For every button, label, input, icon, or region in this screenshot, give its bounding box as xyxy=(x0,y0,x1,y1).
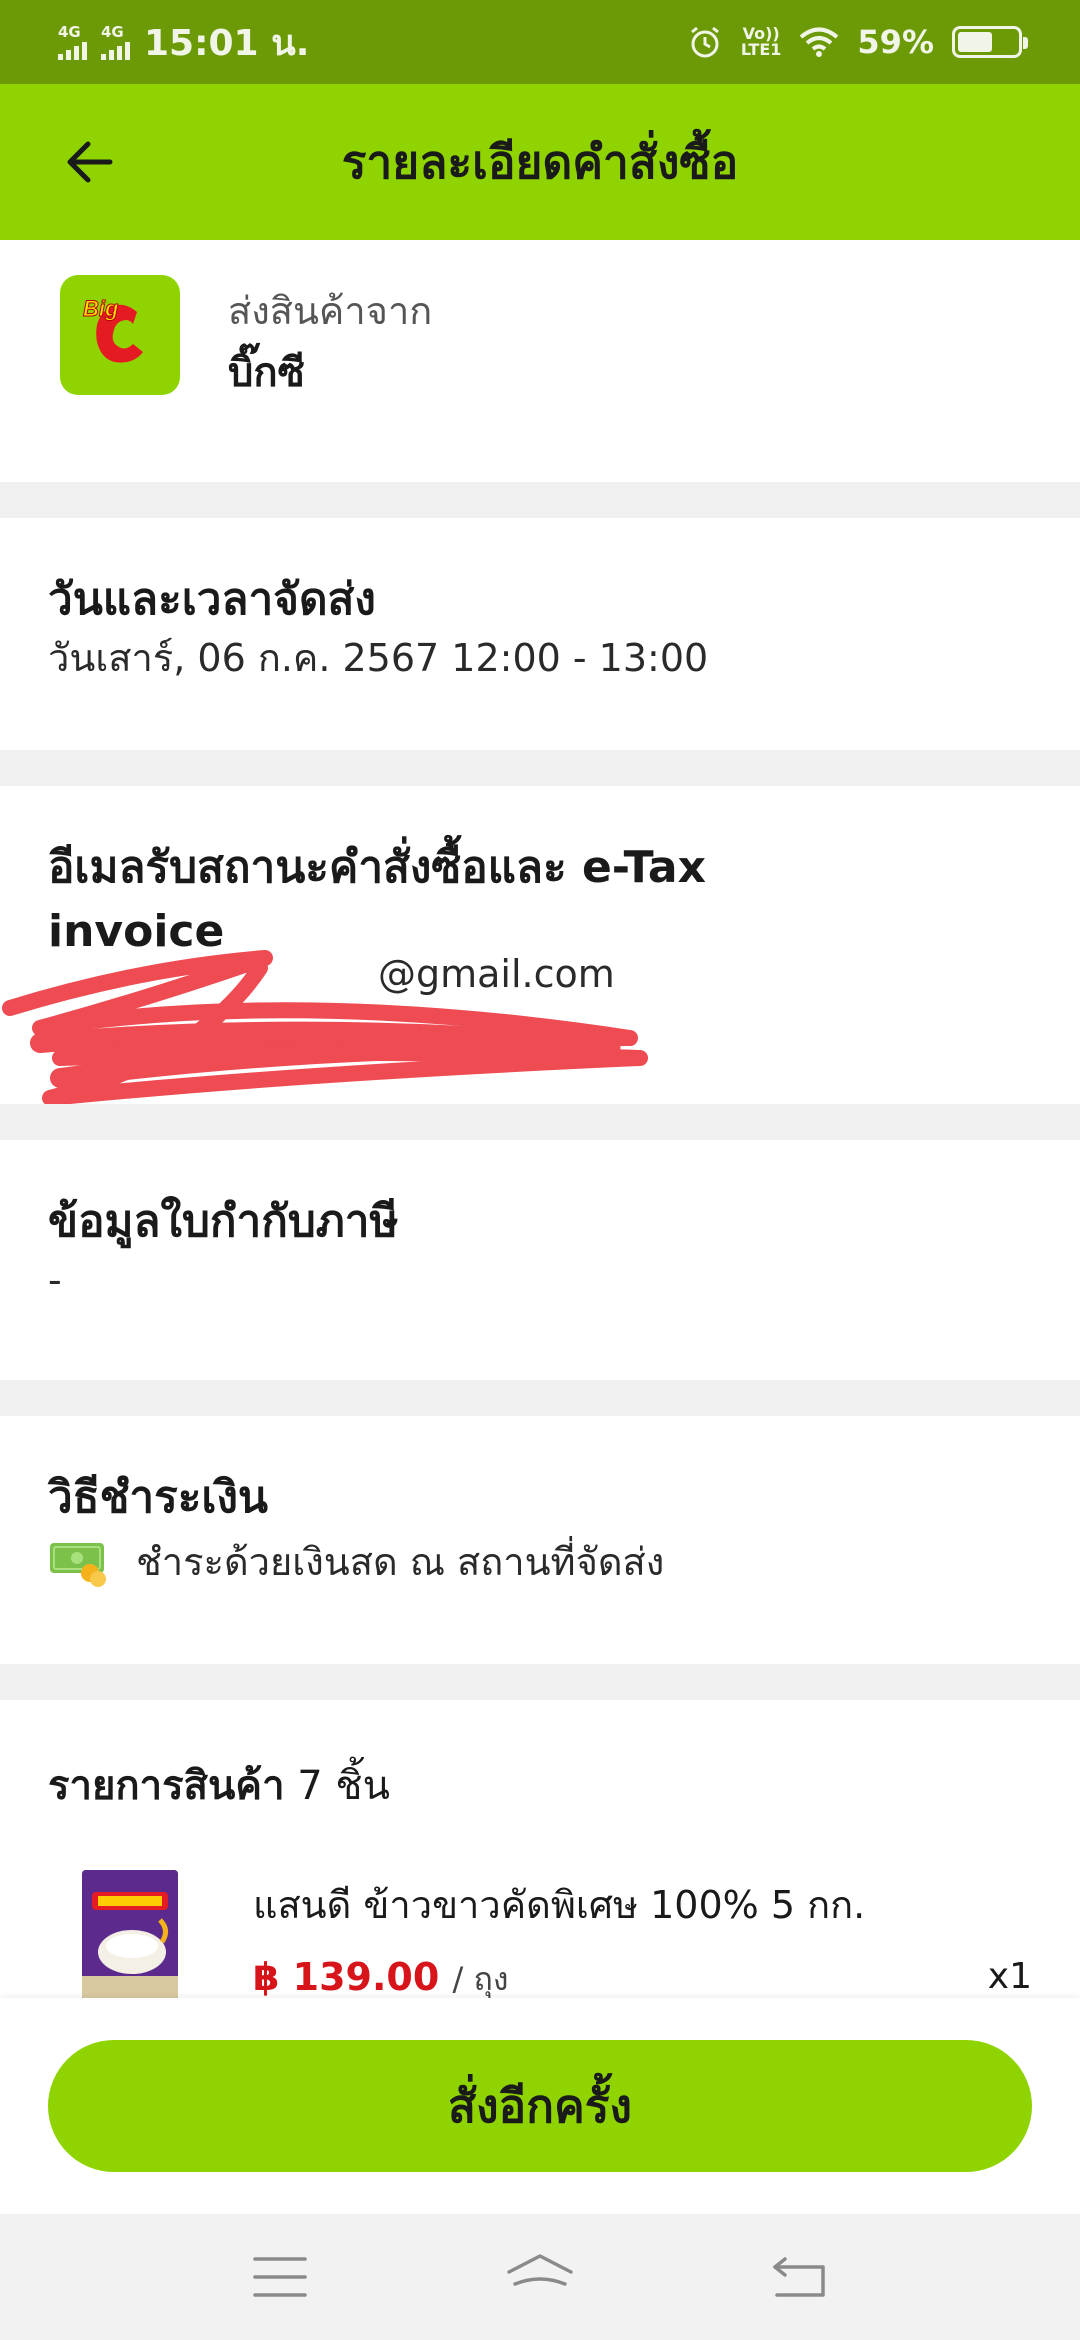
payment-section: วิธีชำระเงิน ชำระด้วยเงินสด ณ สถานที่จัด… xyxy=(0,1416,1080,1664)
battery-percent: 59% xyxy=(857,23,934,61)
delivery-title: วันและเวลาจัดส่ง xyxy=(48,574,376,625)
clock: 15:01 น. xyxy=(144,22,310,64)
product-quantity: x1 xyxy=(987,1956,1032,1997)
menu-button[interactable] xyxy=(235,2242,325,2312)
product-unit: / ถุง xyxy=(452,1960,509,1998)
section-divider xyxy=(0,482,1080,518)
wifi-icon xyxy=(800,27,839,57)
items-header: รายการสินค้า 7 ชิ้น xyxy=(48,1758,1032,1814)
tax-title: ข้อมูลใบกำกับภาษี xyxy=(48,1196,399,1247)
tax-value: - xyxy=(48,1257,62,1302)
section-divider xyxy=(0,1664,1080,1700)
payment-method: ชำระด้วยเงินสด ณ สถานที่จัดส่ง xyxy=(48,1536,1032,1589)
payment-method-text: ชำระด้วยเงินสด ณ สถานที่จัดส่ง xyxy=(136,1539,665,1584)
menu-icon xyxy=(253,2257,307,2297)
bigc-logo-icon: Big xyxy=(83,296,143,363)
section-divider xyxy=(0,1380,1080,1416)
payment-title: วิธีชำระเงิน xyxy=(48,1472,268,1523)
back-icon xyxy=(773,2257,825,2297)
status-right: Vo)) LTE1 59% xyxy=(687,23,1028,61)
alarm-icon xyxy=(690,26,719,58)
app-header: รายละเอียดคำสั่งซื้อ xyxy=(0,84,1080,240)
items-title: รายการสินค้า xyxy=(48,1763,285,1809)
list-item[interactable]: แสนดี ข้าวขาวคัดพิเศษ 100% 5 กก. ฿ 139.0… xyxy=(48,1870,1032,2010)
tax-section: ข้อมูลใบกำกับภาษี - xyxy=(0,1140,1080,1380)
status-left: 4G 4G 15:01 น. xyxy=(58,14,309,71)
section-divider xyxy=(0,1104,1080,1140)
delivery-section: วันและเวลาจัดส่ง วันเสาร์, 06 ก.ค. 2567 … xyxy=(0,518,1080,750)
home-button[interactable] xyxy=(495,2242,585,2312)
status-bar: 4G 4G 15:01 น. Vo)) LTE1 59% xyxy=(0,0,1080,84)
product-image xyxy=(82,1870,178,2000)
network-type-2: 4G xyxy=(101,22,124,41)
svg-text:Big: Big xyxy=(83,296,119,321)
rice-bag-icon xyxy=(82,1870,178,2000)
store-section: Big ส่งสินค้าจาก บิ๊กซี xyxy=(0,240,1080,682)
items-section: รายการสินค้า 7 ชิ้น แสนดี ข้าวขาวคัดพิเศ… xyxy=(0,1700,1080,2000)
home-icon xyxy=(507,2254,573,2286)
volte-indicator: Vo)) LTE1 xyxy=(741,26,782,58)
delivery-datetime: วันเสาร์, 06 ก.ค. 2567 12:00 - 13:00 xyxy=(48,635,709,680)
volte-bottom: LTE1 xyxy=(740,40,782,59)
network-type-1: 4G xyxy=(58,22,81,41)
signal-bars-icon xyxy=(101,40,130,60)
bottom-action-bar: สั่งอีกครั้ง xyxy=(0,1998,1080,2214)
signal-bars-icon xyxy=(58,40,87,60)
product-name: แสนดี ข้าวขาวคัดพิเศษ 100% 5 กก. xyxy=(253,1883,866,1927)
store-name: บิ๊กซี xyxy=(228,350,305,396)
email-section: อีเมลรับสถานะคำสั่งซื้อและ e-Tax invoice… xyxy=(0,786,1080,1104)
page-title: รายละเอียดคำสั่งซื้อ xyxy=(341,134,739,189)
signal-2: 4G xyxy=(101,22,130,60)
back-nav-button[interactable] xyxy=(755,2242,845,2312)
section-divider xyxy=(0,750,1080,786)
store-from-label: ส่งสินค้าจาก xyxy=(228,289,433,333)
store-logo: Big xyxy=(60,275,180,395)
battery-fill xyxy=(958,32,993,52)
reorder-button[interactable]: สั่งอีกครั้ง xyxy=(48,2040,1032,2172)
system-nav-bar xyxy=(0,2214,1080,2340)
battery-icon xyxy=(952,26,1028,58)
back-button[interactable] xyxy=(58,130,122,194)
signal-1: 4G xyxy=(58,22,87,60)
email-title: อีเมลรับสถานะคำสั่งซื้อและ e-Tax invoice xyxy=(48,842,707,957)
items-count: 7 ชิ้น xyxy=(297,1763,390,1809)
arrow-left-icon xyxy=(67,141,113,183)
cash-icon xyxy=(50,1543,106,1588)
product-price: ฿ 139.00 xyxy=(253,1955,440,1999)
